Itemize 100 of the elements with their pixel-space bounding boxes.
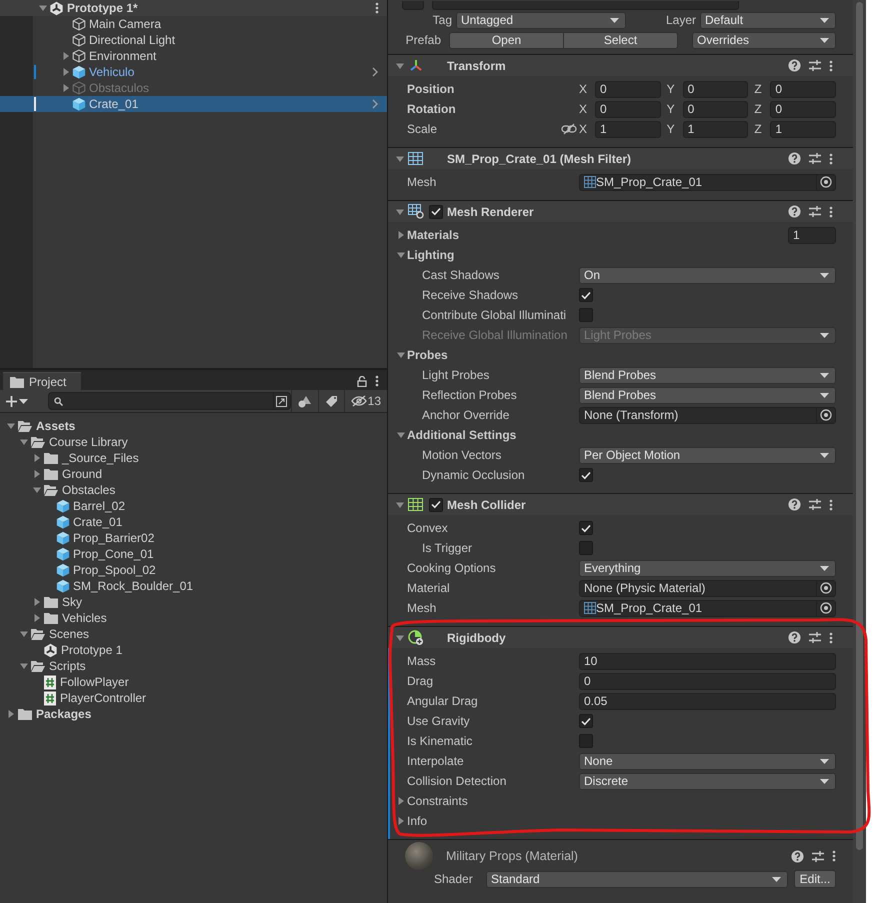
foldout-arrow-icon[interactable] [32,486,40,494]
object-field[interactable]: None (Physic Material) [579,580,836,596]
help-icon[interactable] [788,631,801,644]
sliders-icon[interactable] [808,152,822,165]
hierarchy-item[interactable]: Environment [0,48,387,64]
sliders-icon[interactable] [808,205,822,218]
foldout-arrow-icon[interactable] [396,500,404,508]
component-header[interactable]: Mesh Collider [388,493,853,515]
asset-item[interactable]: Obstacles [0,482,387,498]
checkbox[interactable] [579,468,593,482]
enable-checkbox[interactable] [429,498,443,512]
foldout-arrow-icon[interactable] [32,614,40,622]
hierarchy-item[interactable]: Vehiculo [0,64,387,80]
hierarchy-item[interactable]: Directional Light [0,32,387,48]
checkbox[interactable] [579,288,593,302]
target-icon[interactable] [820,602,832,614]
checkbox[interactable] [579,714,593,728]
foldout-arrow-icon[interactable] [6,710,14,718]
target-icon[interactable] [820,176,832,188]
dropdown-caret-icon[interactable] [820,18,829,22]
asset-item[interactable]: Packages [0,706,387,722]
dropdown-caret-icon[interactable] [19,398,28,404]
foldout-arrow-icon[interactable] [396,62,404,70]
dropdown-caret-icon[interactable] [820,778,829,784]
search-field[interactable] [48,392,291,410]
shader-dropdown[interactable]: Standard [486,870,788,888]
foldout-arrow-icon[interactable] [20,438,28,446]
dropdown[interactable]: On [579,266,836,284]
foldout-arrow-icon[interactable] [396,208,404,216]
foldout-arrow-icon[interactable] [32,454,40,462]
help-icon[interactable] [788,59,801,72]
foldout-arrow-icon[interactable] [397,797,405,805]
chevron-right-icon[interactable] [372,67,379,77]
foldout-label[interactable]: Info [407,814,707,828]
foldout-arrow-icon[interactable] [62,52,70,60]
prefab-button[interactable]: Select [564,32,678,48]
asset-item[interactable]: Scripts [0,658,387,674]
dropdown-caret-icon[interactable] [610,18,619,22]
asset-item[interactable]: Prop_Cone_01 [0,546,387,562]
number-field[interactable]: 10 [579,652,836,670]
enable-checkbox[interactable] [429,204,443,218]
number-field[interactable]: 0 [682,80,748,98]
component-header[interactable]: SM_Prop_Crate_01 (Mesh Filter) [388,147,853,169]
sliders-icon[interactable] [808,59,822,72]
object-field[interactable]: SM_Prop_Crate_01 [579,174,836,190]
object-field[interactable]: SM_Prop_Crate_01 [579,600,836,616]
more-icon[interactable] [829,206,833,218]
hierarchy-item[interactable]: Crate_01 [0,96,387,112]
foldout-arrow-icon[interactable] [396,154,404,162]
foldout-arrow-icon[interactable] [20,630,28,638]
number-field[interactable]: 0 [682,100,748,118]
number-field[interactable]: 0 [595,100,661,118]
foldout-arrow-icon[interactable] [397,251,405,259]
count-field[interactable]: 1 [788,226,836,244]
chevron-right-icon[interactable] [372,99,379,109]
foldout-arrow-icon[interactable] [396,634,404,642]
foldout-label[interactable]: Additional Settings [407,428,707,442]
component-header[interactable]: Rigidbody [388,626,853,648]
asset-item[interactable]: Assets [0,418,387,434]
checkbox[interactable] [579,541,593,555]
component-header[interactable]: Mesh Renderer [388,200,853,222]
foldout-arrow-icon[interactable] [397,351,405,359]
dropdown-caret-icon[interactable] [820,372,829,378]
target-icon[interactable] [820,582,832,594]
number-field[interactable]: 1 [595,120,661,138]
more-icon[interactable] [375,2,379,14]
asset-item[interactable]: _Source_Files [0,450,387,466]
checkbox[interactable] [579,734,593,748]
popout-icon[interactable] [276,396,288,406]
dropdown-caret-icon[interactable] [820,758,829,764]
dropdown[interactable]: None [579,752,836,770]
more-icon[interactable] [829,60,833,72]
dropdown[interactable]: Blend Probes [579,366,836,384]
checkbox[interactable] [579,308,593,322]
asset-item[interactable]: Barrel_02 [0,498,387,514]
foldout-arrow-icon[interactable] [38,4,46,12]
foldout-arrow-icon[interactable] [62,68,70,76]
unlink-icon[interactable] [561,123,577,135]
sliders-icon[interactable] [808,631,822,644]
number-field[interactable]: 0 [579,672,836,690]
number-field[interactable]: 0 [595,80,661,98]
asset-item[interactable]: Ground [0,466,387,482]
more-icon[interactable] [375,375,379,387]
sliders-icon[interactable] [811,850,825,862]
foldout-arrow-icon[interactable] [62,84,70,92]
overrides-dropdown[interactable]: Overrides [692,32,836,48]
object-field[interactable]: None (Transform) [579,406,836,424]
prefab-button[interactable]: Open [449,32,564,48]
target-icon[interactable] [820,409,832,421]
asset-item[interactable]: Prop_Barrier02 [0,530,387,546]
asset-item[interactable]: SM_Rock_Boulder_01 [0,578,387,594]
help-icon[interactable] [791,850,804,862]
number-field[interactable]: 0.05 [579,692,836,710]
sliders-icon[interactable] [808,498,822,511]
number-field[interactable]: 0 [770,80,836,98]
dropdown-caret-icon[interactable] [820,38,829,42]
component-header[interactable]: Transform [388,54,853,76]
help-icon[interactable] [788,205,801,218]
checkbox[interactable] [579,521,593,535]
asset-item[interactable]: Prototype 1 [0,642,387,658]
